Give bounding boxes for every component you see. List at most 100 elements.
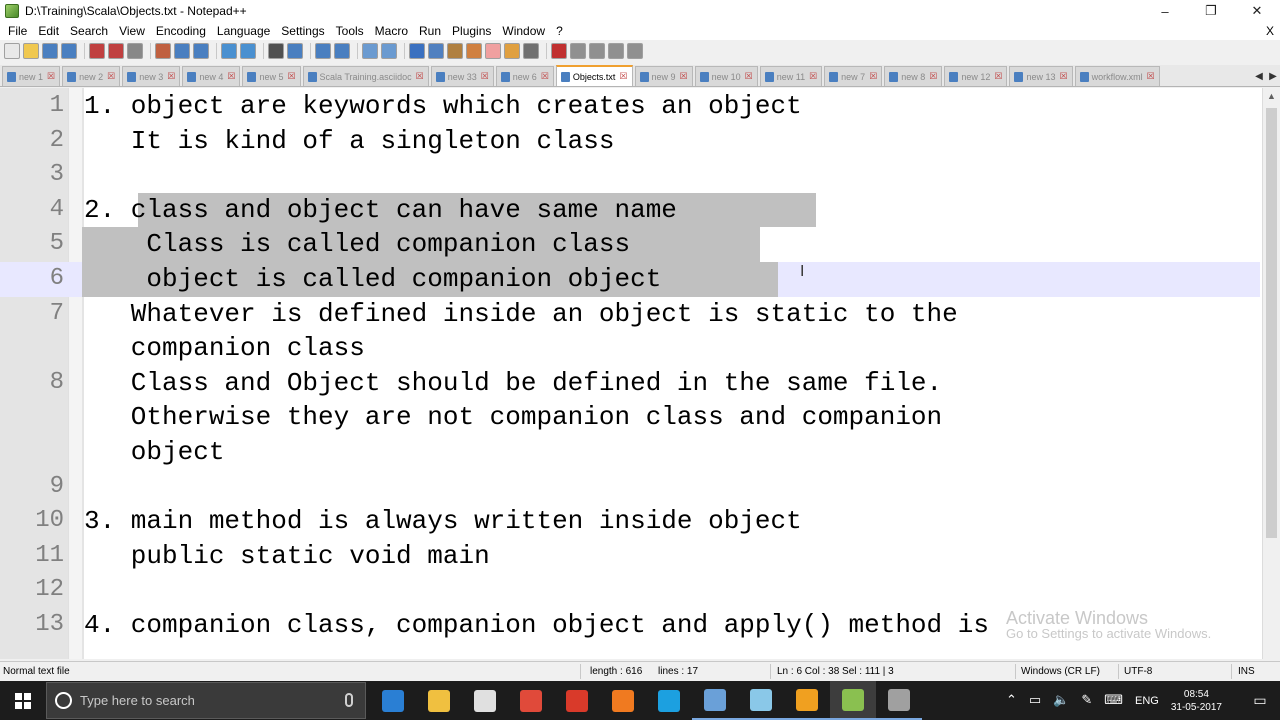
snagit-taskbar-button[interactable] — [554, 681, 600, 720]
menu-settings[interactable]: Settings — [276, 22, 330, 40]
tab-close-icon[interactable]: ☒ — [619, 71, 627, 82]
stop-macro-icon[interactable] — [570, 43, 586, 59]
tab-close-icon[interactable]: ☒ — [287, 71, 295, 82]
function-list-icon[interactable] — [485, 43, 501, 59]
notepadpp-taskbar-button[interactable] — [830, 681, 876, 720]
menu-tools[interactable]: Tools — [331, 22, 370, 40]
store-taskbar-button[interactable] — [462, 681, 508, 720]
firefox-taskbar-button[interactable] — [600, 681, 646, 720]
close-icon[interactable] — [89, 43, 105, 59]
tab-close-icon[interactable]: ☒ — [745, 71, 753, 82]
tab-close-icon[interactable]: ☒ — [680, 71, 688, 82]
tab-new-1[interactable]: new 1 ☒ — [2, 66, 61, 86]
menu-window[interactable]: Window — [497, 22, 551, 40]
zoom-out-icon[interactable] — [334, 43, 350, 59]
edge-taskbar-button[interactable] — [370, 681, 416, 720]
start-button[interactable] — [0, 681, 46, 720]
print-icon[interactable] — [127, 43, 143, 59]
copy-icon[interactable] — [174, 43, 190, 59]
menu-edit[interactable]: Edit — [33, 22, 65, 40]
editor-line[interactable]: Otherwise they are not companion class a… — [0, 400, 1260, 435]
replace-icon[interactable] — [287, 43, 303, 59]
clock[interactable]: 08:54 31-05-2017 — [1171, 688, 1222, 714]
tab-close-icon[interactable]: ☒ — [481, 71, 489, 82]
tab-close-icon[interactable]: ☒ — [167, 71, 175, 82]
save-icon[interactable] — [42, 43, 58, 59]
microphone-icon[interactable] — [345, 693, 353, 707]
play-macro-icon[interactable] — [589, 43, 605, 59]
tab-close-icon[interactable]: ☒ — [994, 71, 1002, 82]
undo-icon[interactable] — [221, 43, 237, 59]
menu-help[interactable]: ? — [551, 22, 569, 40]
folder-workspace-icon[interactable] — [504, 43, 520, 59]
editor-line[interactable]: object — [0, 435, 1260, 470]
tab-scala-training-asciidoc[interactable]: Scala Training.asciidoc ☒ — [302, 66, 429, 86]
tab-close-icon[interactable]: ☒ — [416, 71, 424, 82]
menu-search[interactable]: Search — [65, 22, 114, 40]
indent-guide-icon[interactable] — [447, 43, 463, 59]
redo-icon[interactable] — [240, 43, 256, 59]
save-macro-icon[interactable] — [627, 43, 643, 59]
editor-line[interactable]: 6 object is called companion object — [0, 262, 1260, 297]
editor-line[interactable]: 3 — [0, 158, 1260, 193]
scroll-up-icon[interactable]: ▲ — [1263, 88, 1280, 105]
menu-view[interactable]: View — [114, 22, 151, 40]
tab-new-6[interactable]: new 6 ☒ — [495, 66, 554, 86]
wrap-icon[interactable] — [409, 43, 425, 59]
taskbar-search[interactable] — [46, 682, 366, 719]
save-all-icon[interactable] — [61, 43, 77, 59]
virtualbox-taskbar-button[interactable] — [692, 681, 738, 720]
tab-new-13[interactable]: new 13 ☒ — [1009, 66, 1073, 86]
tab-close-icon[interactable]: ☒ — [1147, 71, 1155, 82]
tab-new-8[interactable]: new 8 ☒ — [884, 66, 943, 86]
tab-new-2[interactable]: new 2 ☒ — [62, 66, 121, 86]
editor-line[interactable]: companion class — [0, 331, 1260, 366]
paint-taskbar-button[interactable] — [784, 681, 830, 720]
scroll-thumb[interactable] — [1266, 108, 1277, 538]
file-explorer-taskbar-button[interactable] — [416, 681, 462, 720]
new-file-icon[interactable] — [4, 43, 20, 59]
monitor-icon[interactable] — [523, 43, 539, 59]
all-chars-icon[interactable] — [428, 43, 444, 59]
sync-v-icon[interactable] — [362, 43, 378, 59]
notifications-icon[interactable]: ▭ — [1240, 681, 1280, 720]
editor-line[interactable]: 1 1. object are keywords which creates an… — [0, 89, 1260, 124]
tab-close-icon[interactable]: ☒ — [809, 71, 817, 82]
language-indicator[interactable]: ENG — [1135, 695, 1159, 707]
menu-language[interactable]: Language — [212, 22, 276, 40]
vertical-scrollbar[interactable]: ▲ — [1262, 88, 1280, 659]
tab-close-icon[interactable]: ☒ — [1060, 71, 1068, 82]
editor-area[interactable]: 1 1. object are keywords which creates an… — [0, 88, 1280, 659]
menu-plugins[interactable]: Plugins — [447, 22, 497, 40]
paste-icon[interactable] — [193, 43, 209, 59]
pen-icon[interactable]: ✎ — [1081, 693, 1092, 708]
tab-close-icon[interactable]: ☒ — [541, 71, 549, 82]
tab-new-5[interactable]: new 5 ☒ — [242, 66, 301, 86]
close-document-button[interactable]: X — [1266, 22, 1274, 40]
editor-line[interactable]: 8 Class and Object should be defined in … — [0, 366, 1260, 401]
minimize-button[interactable]: – — [1142, 0, 1188, 22]
taskbar-search-input[interactable] — [80, 693, 330, 708]
close-all-icon[interactable] — [108, 43, 124, 59]
record-macro-icon[interactable] — [551, 43, 567, 59]
close-window-button[interactable]: ✕ — [1234, 0, 1280, 22]
zoom-in-icon[interactable] — [315, 43, 331, 59]
restore-button[interactable]: ❐ — [1188, 0, 1234, 22]
run-macro-icon[interactable] — [608, 43, 624, 59]
menu-file[interactable]: File — [3, 22, 33, 40]
tab-close-icon[interactable]: ☒ — [929, 71, 937, 82]
cut-icon[interactable] — [155, 43, 171, 59]
doc-map-icon[interactable] — [466, 43, 482, 59]
editor-line[interactable]: 5 Class is called companion class — [0, 227, 1260, 262]
tab-new-33[interactable]: new 33 ☒ — [430, 66, 494, 86]
tab-workflow-xml[interactable]: workflow.xml ☒ — [1074, 66, 1160, 86]
volume-icon[interactable]: 🔈 — [1053, 693, 1069, 708]
menu-macro[interactable]: Macro — [370, 22, 414, 40]
tab-close-icon[interactable]: ☒ — [47, 71, 55, 82]
editor-line[interactable]: 11 public static void main — [0, 539, 1260, 574]
tab-scroll-right-icon[interactable]: ▶ — [1266, 71, 1280, 82]
menu-run[interactable]: Run — [414, 22, 447, 40]
tab-new-10[interactable]: new 10 ☒ — [694, 66, 758, 86]
keyboard-icon[interactable]: ⌨ — [1104, 693, 1123, 708]
tab-new-9[interactable]: new 9 ☒ — [634, 66, 693, 86]
